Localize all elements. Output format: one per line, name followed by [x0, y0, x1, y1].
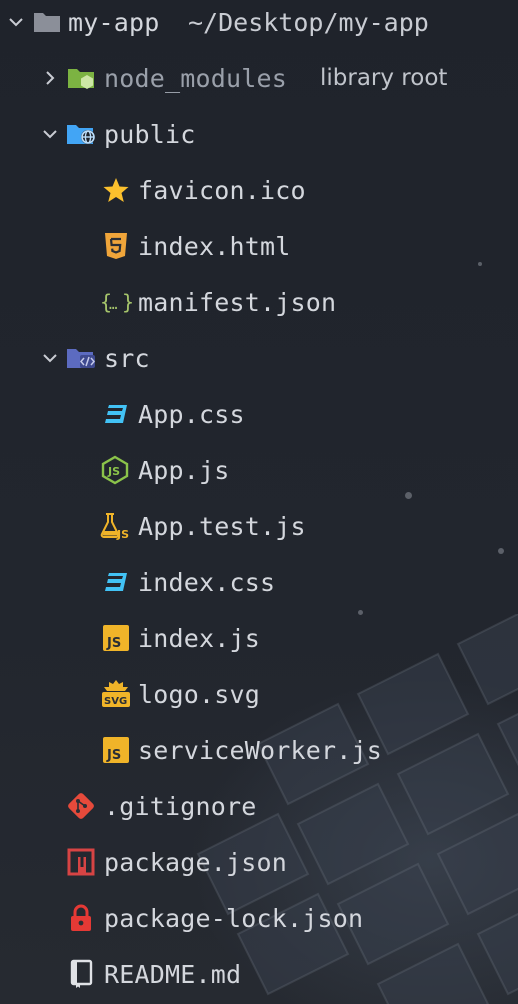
tree-item-label: public [104, 119, 196, 149]
file-explorer-panel: my-app ~/Desktop/my-app node_modules lib… [0, 0, 518, 1004]
tree-item-package-json[interactable]: package.json [0, 834, 518, 890]
tree-item-gitignore[interactable]: .gitignore [0, 778, 518, 834]
tree-item-label: index.css [138, 567, 276, 597]
tree-item-index-html[interactable]: index.html [0, 218, 518, 274]
tree-item-label: App.css [138, 399, 245, 429]
svg-text:JS: JS [106, 636, 121, 651]
tree-item-index-js[interactable]: JS index.js [0, 610, 518, 666]
star-icon [101, 175, 131, 205]
js-icon: JS [101, 623, 131, 653]
css3-icon [101, 399, 131, 429]
chevron-right-icon[interactable] [40, 68, 60, 88]
root-folder-name: my-app [68, 7, 160, 37]
tree-item-label: src [104, 343, 150, 373]
lock-icon [66, 903, 96, 933]
git-icon [66, 791, 96, 821]
js-icon: JS [101, 735, 131, 765]
tree-item-node-modules[interactable]: node_modules library root [0, 50, 518, 106]
code-folder-icon [66, 343, 96, 373]
tree-item-favicon[interactable]: favicon.ico [0, 162, 518, 218]
root-folder-path: ~/Desktop/my-app [188, 7, 429, 37]
tree-item-readme-md[interactable]: README.md [0, 946, 518, 1002]
css3-icon [101, 567, 131, 597]
svg-text:}: } [122, 290, 134, 314]
tree-item-label: serviceWorker.js [138, 735, 383, 765]
tree-item-label: index.html [138, 231, 291, 261]
tree-item-app-css[interactable]: App.css [0, 386, 518, 442]
svg-text:SVG: SVG [104, 696, 127, 707]
tree-item-label: manifest.json [138, 287, 337, 317]
tree-item-label: README.md [104, 959, 242, 989]
tree-item-label: favicon.ico [138, 175, 306, 205]
svg-text:…: … [109, 297, 117, 313]
svg-text:JS: JS [116, 528, 129, 540]
tree-item-app-test-js[interactable]: JS App.test.js [0, 498, 518, 554]
tree-item-service-worker-js[interactable]: JS serviceWorker.js [0, 722, 518, 778]
tree-item-label: logo.svg [138, 679, 261, 709]
tree-item-logo-svg[interactable]: SVG logo.svg [0, 666, 518, 722]
tree-item-public[interactable]: public [0, 106, 518, 162]
folder-icon [32, 7, 62, 37]
nodejs-folder-icon [66, 63, 96, 93]
tree-item-label: index.js [138, 623, 261, 653]
nodejs-hex-icon: JS [100, 455, 130, 485]
svg-text:JS: JS [107, 465, 120, 478]
svg-text:JS: JS [106, 748, 121, 763]
tree-item-index-css[interactable]: index.css [0, 554, 518, 610]
test-flask-icon: JS [100, 511, 132, 541]
tree-item-label: App.test.js [138, 511, 306, 541]
tree-item-label: .gitignore [104, 791, 257, 821]
tree-item-src[interactable]: src [0, 330, 518, 386]
globe-folder-icon [66, 119, 96, 149]
tree-item-manifest-json[interactable]: { … } manifest.json [0, 274, 518, 330]
json-braces-icon: { … } [100, 287, 134, 317]
tree-item-label: node_modules [104, 63, 288, 93]
html5-icon [101, 231, 131, 261]
chevron-down-icon[interactable] [6, 12, 26, 32]
svg-icon: SVG [100, 679, 132, 709]
npm-icon [66, 847, 96, 877]
tree-item-label: App.js [138, 455, 230, 485]
tree-item-app-js[interactable]: JS App.js [0, 442, 518, 498]
tree-root-my-app[interactable]: my-app ~/Desktop/my-app [0, 0, 518, 50]
tree-item-label: package-lock.json [104, 903, 364, 933]
library-root-badge: library root [320, 65, 448, 91]
readme-book-icon [66, 959, 96, 989]
tree-item-package-lock-json[interactable]: package-lock.json [0, 890, 518, 946]
tree-item-label: package.json [104, 847, 288, 877]
chevron-down-icon[interactable] [40, 124, 60, 144]
chevron-down-icon[interactable] [40, 348, 60, 368]
